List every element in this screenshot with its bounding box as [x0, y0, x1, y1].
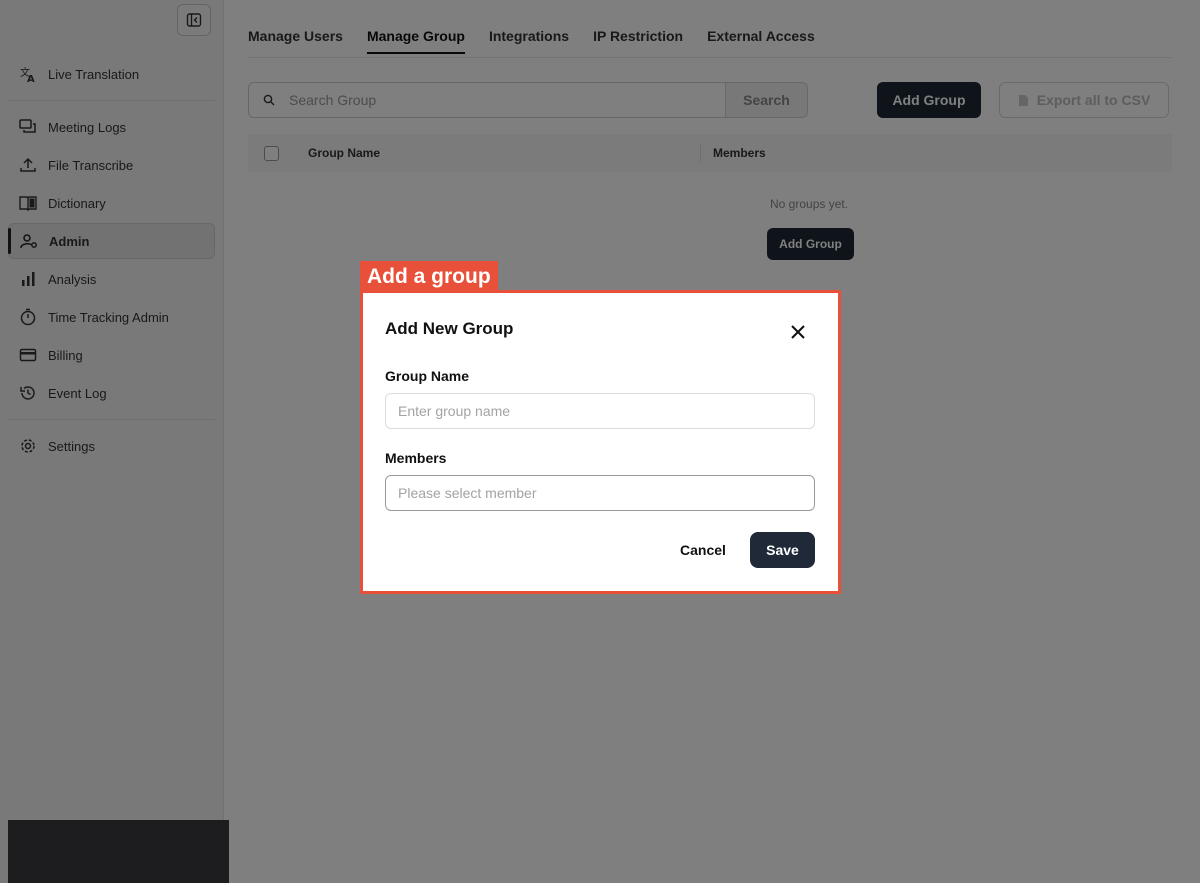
cancel-button[interactable]: Cancel: [673, 532, 733, 568]
group-name-input[interactable]: [385, 393, 815, 429]
members-select[interactable]: [385, 475, 815, 511]
members-label: Members: [385, 450, 447, 466]
close-icon: [791, 325, 805, 339]
close-modal-button[interactable]: [787, 321, 809, 343]
group-name-label: Group Name: [385, 368, 470, 384]
save-button[interactable]: Save: [750, 532, 815, 568]
modal-title: Add New Group: [385, 319, 514, 338]
annotation-label: Add a group: [360, 261, 498, 293]
add-group-modal: Add New Group Group Name Members Cancel …: [363, 293, 838, 591]
